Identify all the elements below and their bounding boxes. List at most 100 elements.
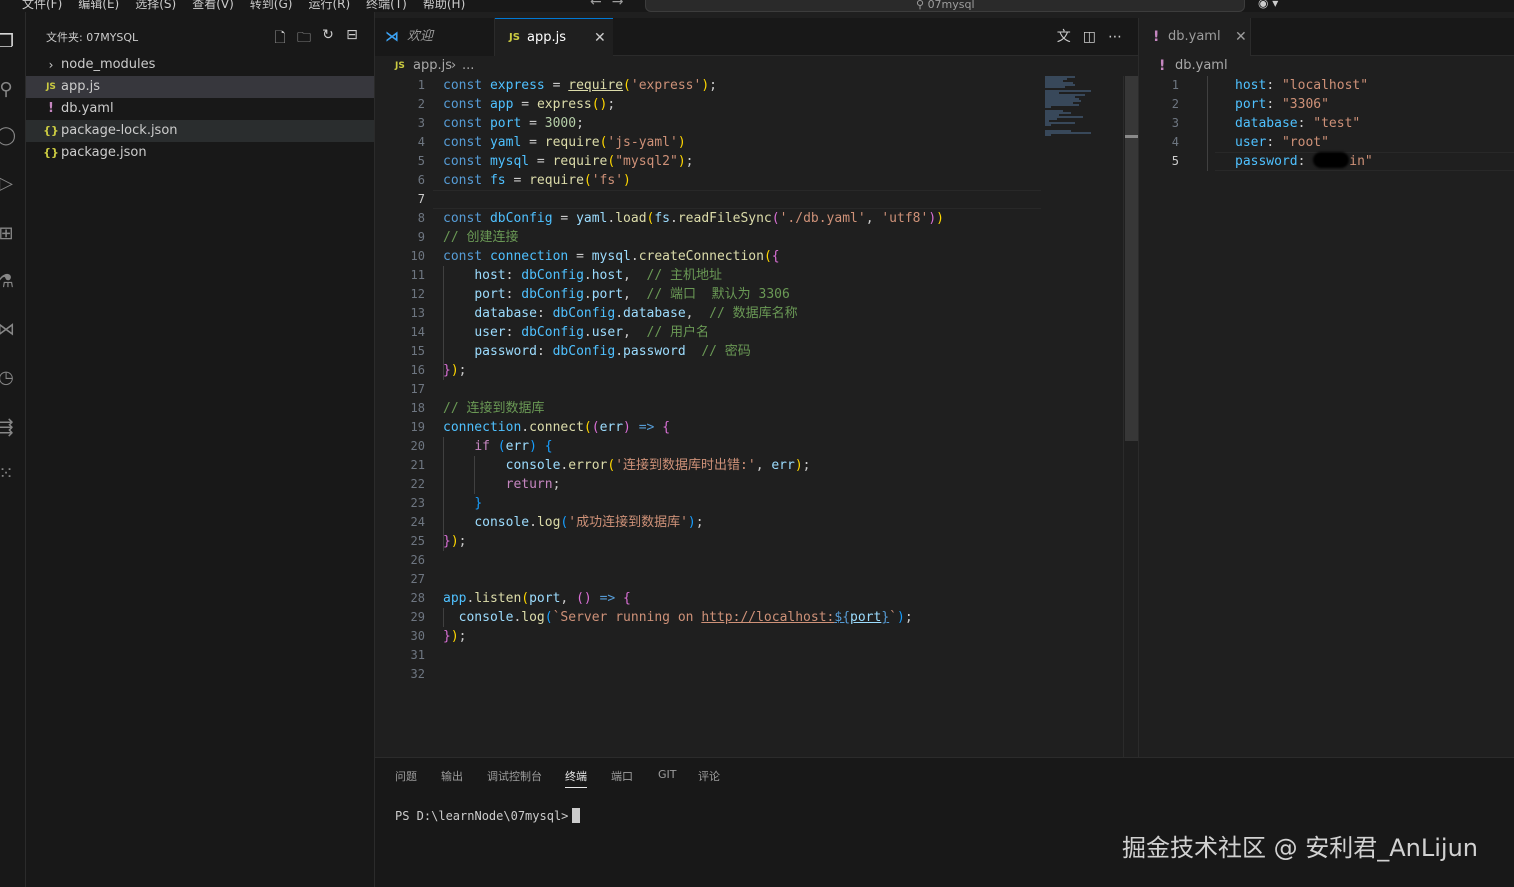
search-icon[interactable]: ⚲ — [0, 78, 18, 102]
indent-guide — [1207, 76, 1208, 171]
breadcrumb-file[interactable]: db.yaml — [1175, 56, 1228, 76]
menu-run[interactable]: 运行(R) — [308, 0, 350, 12]
tree-item-node-modules[interactable]: › node_modules — [26, 54, 374, 76]
split-editor-icon[interactable]: ◫ — [1083, 18, 1096, 56]
line-number: 11 — [410, 268, 425, 282]
js-file-icon: JS — [46, 82, 56, 92]
run-debug-icon[interactable]: ▷ — [0, 172, 18, 196]
minimap-line — [1045, 134, 1051, 136]
tree-item-app-js[interactable]: JS app.js — [26, 76, 374, 98]
remote-icon[interactable]: ⋈ — [0, 318, 18, 342]
extensions-icon[interactable]: ⊞ — [0, 222, 18, 246]
panel-tab-output[interactable]: 输出 — [441, 768, 463, 784]
current-line-highlight — [433, 190, 1041, 209]
panel-tab-problems[interactable]: 问题 — [395, 768, 417, 784]
line-number: 28 — [410, 591, 425, 605]
tree-item-package-lock-json[interactable]: {} package-lock.json — [26, 120, 374, 142]
tree-item-package-json[interactable]: {} package.json — [26, 142, 374, 164]
line-number: 18 — [410, 401, 425, 415]
yaml-file-icon: ! — [1159, 58, 1166, 74]
forward-arrow-icon[interactable]: → — [612, 0, 634, 10]
copilot-icon[interactable]: ◉ ▾ — [1258, 0, 1278, 10]
panel-tab-git[interactable]: GIT — [658, 768, 677, 781]
code-line: }); — [443, 363, 467, 378]
explorer-sidebar: 文件夹: 07MYSQL 🗋 🗀 ↻ ⊟ › node_modules JS a… — [26, 12, 375, 887]
close-icon[interactable]: ✕ — [594, 19, 606, 57]
menu-selection[interactable]: 选择(S) — [135, 0, 176, 12]
vertical-scrollbar[interactable] — [1123, 76, 1138, 757]
line-number: 26 — [410, 553, 425, 567]
code-editor-db-yaml[interactable]: 1 2 3 4 5 host: "localhost" port: "3306" dat… — [1139, 76, 1514, 757]
menu-terminal[interactable]: 终端(T) — [366, 0, 407, 12]
more-actions-icon[interactable]: ⋯ — [1108, 18, 1122, 56]
breadcrumb-symbol[interactable]: ... — [462, 56, 474, 76]
vscode-icon: ⋊ — [385, 29, 399, 45]
panel-tab-debug-console[interactable]: 调试控制台 — [487, 768, 542, 784]
menu-go[interactable]: 转到(G) — [250, 0, 293, 12]
activity-bar: ❐ ⚲ ◯ ▷ ⊞ ⚗ ⋈ ◷ ⇶ ⁙ — [0, 12, 26, 887]
tab-welcome[interactable]: ⋊ 欢迎 — [375, 18, 495, 56]
collapse-all-icon[interactable]: ⊟ — [344, 27, 360, 51]
line-number: 2 — [1171, 97, 1179, 111]
line-number: 25 — [410, 534, 425, 548]
bottom-panel: 问题 输出 调试控制台 终端 端口 GIT 评论 PS D:\learnNode… — [375, 757, 1514, 887]
line-number: 5 — [417, 154, 425, 168]
code-line: user: "root" — [1235, 135, 1329, 150]
breadcrumb-file[interactable]: app.js — [413, 56, 452, 76]
line-number: 16 — [410, 363, 425, 377]
menu-view[interactable]: 查看(V) — [192, 0, 234, 12]
testing-icon[interactable]: ⚗ — [0, 270, 18, 294]
terminal-prompt[interactable]: PS D:\learnNode\07mysql> — [395, 808, 581, 823]
new-folder-icon[interactable]: 🗀 — [296, 27, 312, 51]
refresh-icon[interactable]: ↻ — [320, 27, 336, 51]
code-line: password: dbConfig.password // 密码 — [474, 344, 751, 359]
editor-actions: 文 ◫ ⋯ — [1057, 18, 1122, 56]
timeline-icon[interactable]: ◷ — [0, 366, 18, 390]
code-line: console.log('成功连接到数据库'); — [474, 515, 704, 530]
code-line: const fs = require('fs') — [443, 173, 631, 188]
menu-file[interactable]: 文件(F) — [22, 0, 62, 12]
line-number: 4 — [1171, 135, 1179, 149]
minimap-line — [1045, 132, 1091, 134]
chevron-right-icon: › — [451, 58, 457, 73]
code-line: const mysql = require("mysql2"); — [443, 154, 694, 169]
line-number: 23 — [410, 496, 425, 510]
panel-tab-ports[interactable]: 端口 — [611, 768, 633, 784]
code-line: port: "3306" — [1235, 97, 1329, 112]
tab-app-js[interactable]: JS app.js ✕ — [495, 18, 613, 56]
command-center[interactable]: ⚲ 07mysql — [645, 0, 1245, 12]
panel-tab-comments[interactable]: 评论 — [698, 768, 720, 784]
code-line: }); — [443, 629, 467, 644]
watermark: 掘金技术社区 @ 安利君_AnLijun — [1122, 834, 1479, 862]
code-line: if (err) { — [474, 439, 553, 454]
code-line: database: dbConfig.database, // 数据库名称 — [474, 306, 798, 321]
minimap[interactable] — [1043, 76, 1123, 146]
line-number: 6 — [417, 173, 425, 187]
line-number: 20 — [410, 439, 425, 453]
tab-db-yaml[interactable]: ! db.yaml ✕ — [1139, 18, 1251, 56]
new-file-icon[interactable]: 🗋 — [272, 27, 288, 51]
explorer-icon[interactable]: ❐ — [0, 30, 18, 54]
panel-tab-terminal[interactable]: 终端 — [565, 768, 587, 788]
source-control-icon[interactable]: ◯ — [0, 124, 18, 148]
line-number: 8 — [417, 211, 425, 225]
menu-help[interactable]: 帮助(H) — [423, 0, 465, 12]
code-editor-app-js[interactable]: 1 2 3 4 5 6 7 8 9 10 11 12 13 14 15 16 17 18 19 20 21 22 23 24 2… — [375, 76, 1138, 757]
back-arrow-icon[interactable]: ← — [590, 0, 612, 10]
explorer-title: 文件夹: 07MYSQL — [46, 31, 139, 44]
line-number: 19 — [410, 420, 425, 434]
grid-icon[interactable]: ⁙ — [0, 462, 18, 486]
close-icon[interactable]: ✕ — [1235, 18, 1247, 56]
git-graph-icon[interactable]: ⇶ — [0, 416, 18, 440]
code-line: console.log(`Server running on http://lo… — [458, 610, 913, 625]
command-center-label: 07mysql — [927, 0, 975, 11]
line-number: 15 — [410, 344, 425, 358]
menu-edit[interactable]: 编辑(E) — [78, 0, 119, 12]
code-line: console.error('连接到数据库时出错:', err); — [505, 458, 811, 473]
tree-item-db-yaml[interactable]: ! db.yaml — [26, 98, 374, 120]
line-number: 3 — [417, 116, 425, 130]
code-line: return; — [505, 477, 561, 492]
translate-icon[interactable]: 文 — [1057, 18, 1071, 56]
minimap-line — [1045, 106, 1051, 108]
code-line: const app = express(); — [443, 97, 616, 112]
